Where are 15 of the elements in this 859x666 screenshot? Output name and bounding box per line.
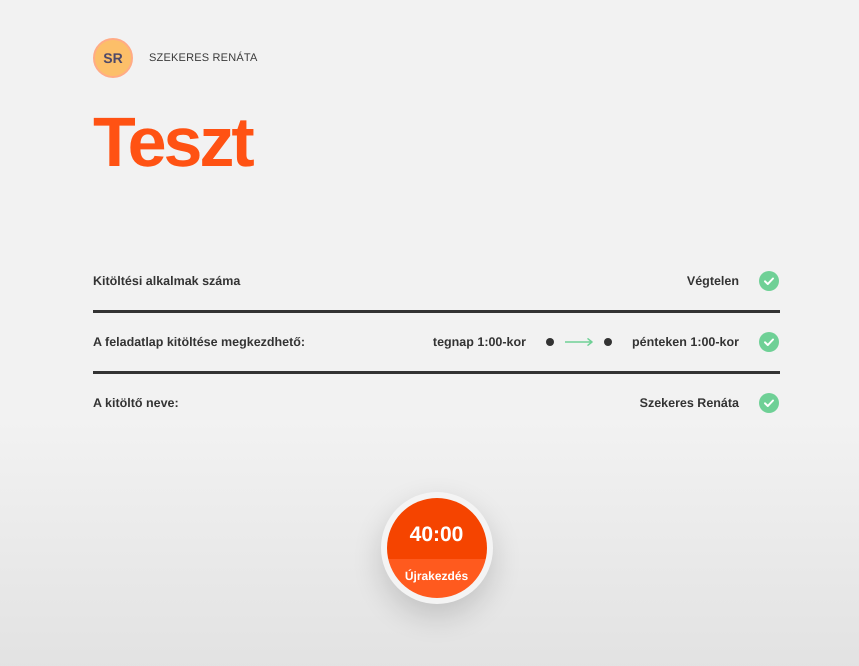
end-time: pénteken 1:00-kor xyxy=(632,335,739,349)
start-time: tegnap 1:00-kor xyxy=(432,335,526,349)
row-value: Végtelen xyxy=(686,274,739,288)
restart-button[interactable]: Újrakezdés xyxy=(386,559,486,598)
row-value: Szekeres Renáta xyxy=(640,396,739,410)
page-title: Teszt xyxy=(93,104,252,180)
row-label: A kitöltő neve: xyxy=(93,396,179,410)
user-name: SZEKERES RENÁTA xyxy=(149,52,258,64)
timer-display: 40:00 xyxy=(386,498,486,559)
row-label: Kitöltési alkalmak száma xyxy=(93,274,240,288)
dot-icon xyxy=(546,338,554,346)
arrow-icon xyxy=(565,338,594,346)
user-avatar: SR xyxy=(93,38,133,78)
row-label: A feladatlap kitöltése megkezdhető: xyxy=(93,335,306,349)
dot-icon xyxy=(604,338,612,346)
